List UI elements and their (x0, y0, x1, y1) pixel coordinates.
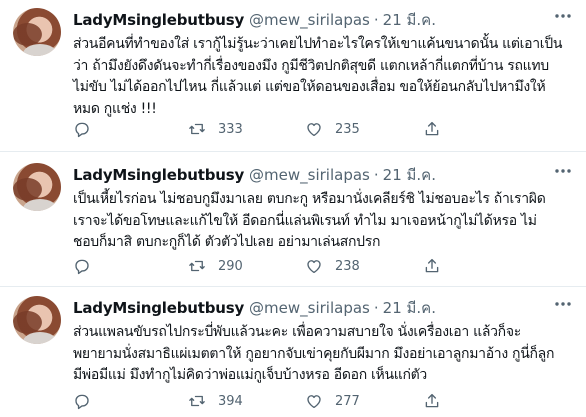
tweet-text-line: ว่า ถ้ามึงยังดึงดันจะทำกี่เรื่องของมึง ก… (73, 57, 549, 74)
display-name[interactable]: LadyMsinglebutbusy (73, 299, 244, 317)
divider (0, 286, 586, 287)
retweet-button[interactable]: 333 (188, 119, 243, 139)
share-button[interactable] (423, 391, 441, 411)
share-icon (423, 120, 441, 138)
like-count: 235 (335, 121, 360, 137)
tweet-text-line: เราจะได้ขอโทษและแก้ไขให้ อีดอกนี่แล่นพิเ… (73, 212, 537, 229)
tweet-actions: 394 277 (73, 391, 513, 411)
like-icon (305, 257, 323, 275)
like-button[interactable]: 235 (305, 119, 360, 139)
retweet-icon (188, 120, 206, 138)
tweet-text-line: หมด กูแช่ง !!! (73, 100, 157, 117)
reply-icon (73, 392, 91, 410)
like-count: 238 (335, 258, 360, 274)
retweet-button[interactable]: 394 (188, 391, 243, 411)
separator-dot: · (373, 11, 379, 29)
separator-dot: · (373, 166, 379, 184)
display-name[interactable]: LadyMsinglebutbusy (73, 11, 244, 29)
tweet-date[interactable]: 21 มี.ค. (383, 296, 436, 320)
share-button[interactable] (423, 256, 441, 276)
tweet-date[interactable]: 21 มี.ค. (383, 8, 436, 32)
tweet-text: เป็นเหี้ยไรก่อน ไม่ชอบกูมึงมาเลย ตบกะกู … (73, 189, 576, 254)
reply-button[interactable] (73, 256, 103, 276)
tweet-text-line: ส่วนแพลนขับรถไปกระบี่พับแล้วนะคะ เพื่อคว… (73, 324, 521, 340)
tweet-text: ส่วนอีคนที่ทำของใส่ เรากู้ไม่รู้นะว่าเคย… (73, 34, 576, 120)
user-handle[interactable]: @mew_sirilapas (249, 299, 370, 317)
tweet-header: LadyMsinglebutbusy @mew_sirilapas · 21 ม… (73, 8, 576, 29)
like-button[interactable]: 238 (305, 256, 360, 276)
tweet-actions: 333 235 (73, 119, 513, 139)
tweet-text-line: ไม่ขับ ไม่ได้ออกไปไหน กี่แล้วแต่ แต่ขอให… (73, 79, 546, 95)
tweet-text-line: ส่วนอีคนที่ทำของใส่ เรากู้ไม่รู้นะว่าเคย… (73, 36, 563, 52)
retweet-button[interactable]: 290 (188, 256, 243, 276)
retweet-count: 394 (218, 393, 243, 409)
like-count: 277 (335, 393, 360, 409)
avatar[interactable] (13, 296, 61, 344)
tweet-date[interactable]: 21 มี.ค. (383, 163, 436, 187)
tweet-text-line: ชอบก็มาสิ ตบกะกูก็ได้ ตัวตัวไปเลย อย่ามา… (73, 234, 381, 250)
more-icon[interactable] (552, 8, 574, 24)
tweet-text: ส่วนแพลนขับรถไปกระบี่พับแล้วนะคะ เพื่อคว… (73, 322, 576, 387)
tweet-header: LadyMsinglebutbusy @mew_sirilapas · 21 ม… (73, 163, 576, 184)
more-icon[interactable] (552, 296, 574, 312)
divider (0, 151, 586, 152)
reply-icon (73, 120, 91, 138)
tweet-text-line: มีพ่อมีแม่ มึงทำกูไม่คิดว่าพ่อแม่กูเจ็บบ… (73, 367, 427, 383)
reply-icon (73, 257, 91, 275)
retweet-count: 333 (218, 121, 243, 137)
user-handle[interactable]: @mew_sirilapas (249, 11, 370, 29)
more-icon[interactable] (552, 163, 574, 179)
reply-button[interactable] (73, 391, 103, 411)
retweet-icon (188, 392, 206, 410)
share-icon (423, 392, 441, 410)
avatar[interactable] (13, 8, 61, 56)
share-icon (423, 257, 441, 275)
tweet-text-line: พยายามนั่งสมาธิแผ่เมตตาให้ กูอยากจับเข่า… (73, 345, 555, 362)
display-name[interactable]: LadyMsinglebutbusy (73, 166, 244, 184)
reply-button[interactable] (73, 119, 103, 139)
like-icon (305, 120, 323, 138)
share-button[interactable] (423, 119, 441, 139)
tweet-text-line: เป็นเหี้ยไรก่อน ไม่ชอบกูมึงมาเลย ตบกะกู … (73, 191, 546, 207)
like-button[interactable]: 277 (305, 391, 360, 411)
user-handle[interactable]: @mew_sirilapas (249, 166, 370, 184)
separator-dot: · (373, 299, 379, 317)
like-icon (305, 392, 323, 410)
tweet-actions: 290 238 (73, 256, 513, 276)
retweet-count: 290 (218, 258, 243, 274)
retweet-icon (188, 257, 206, 275)
avatar[interactable] (13, 163, 61, 211)
tweet-header: LadyMsinglebutbusy @mew_sirilapas · 21 ม… (73, 296, 576, 317)
